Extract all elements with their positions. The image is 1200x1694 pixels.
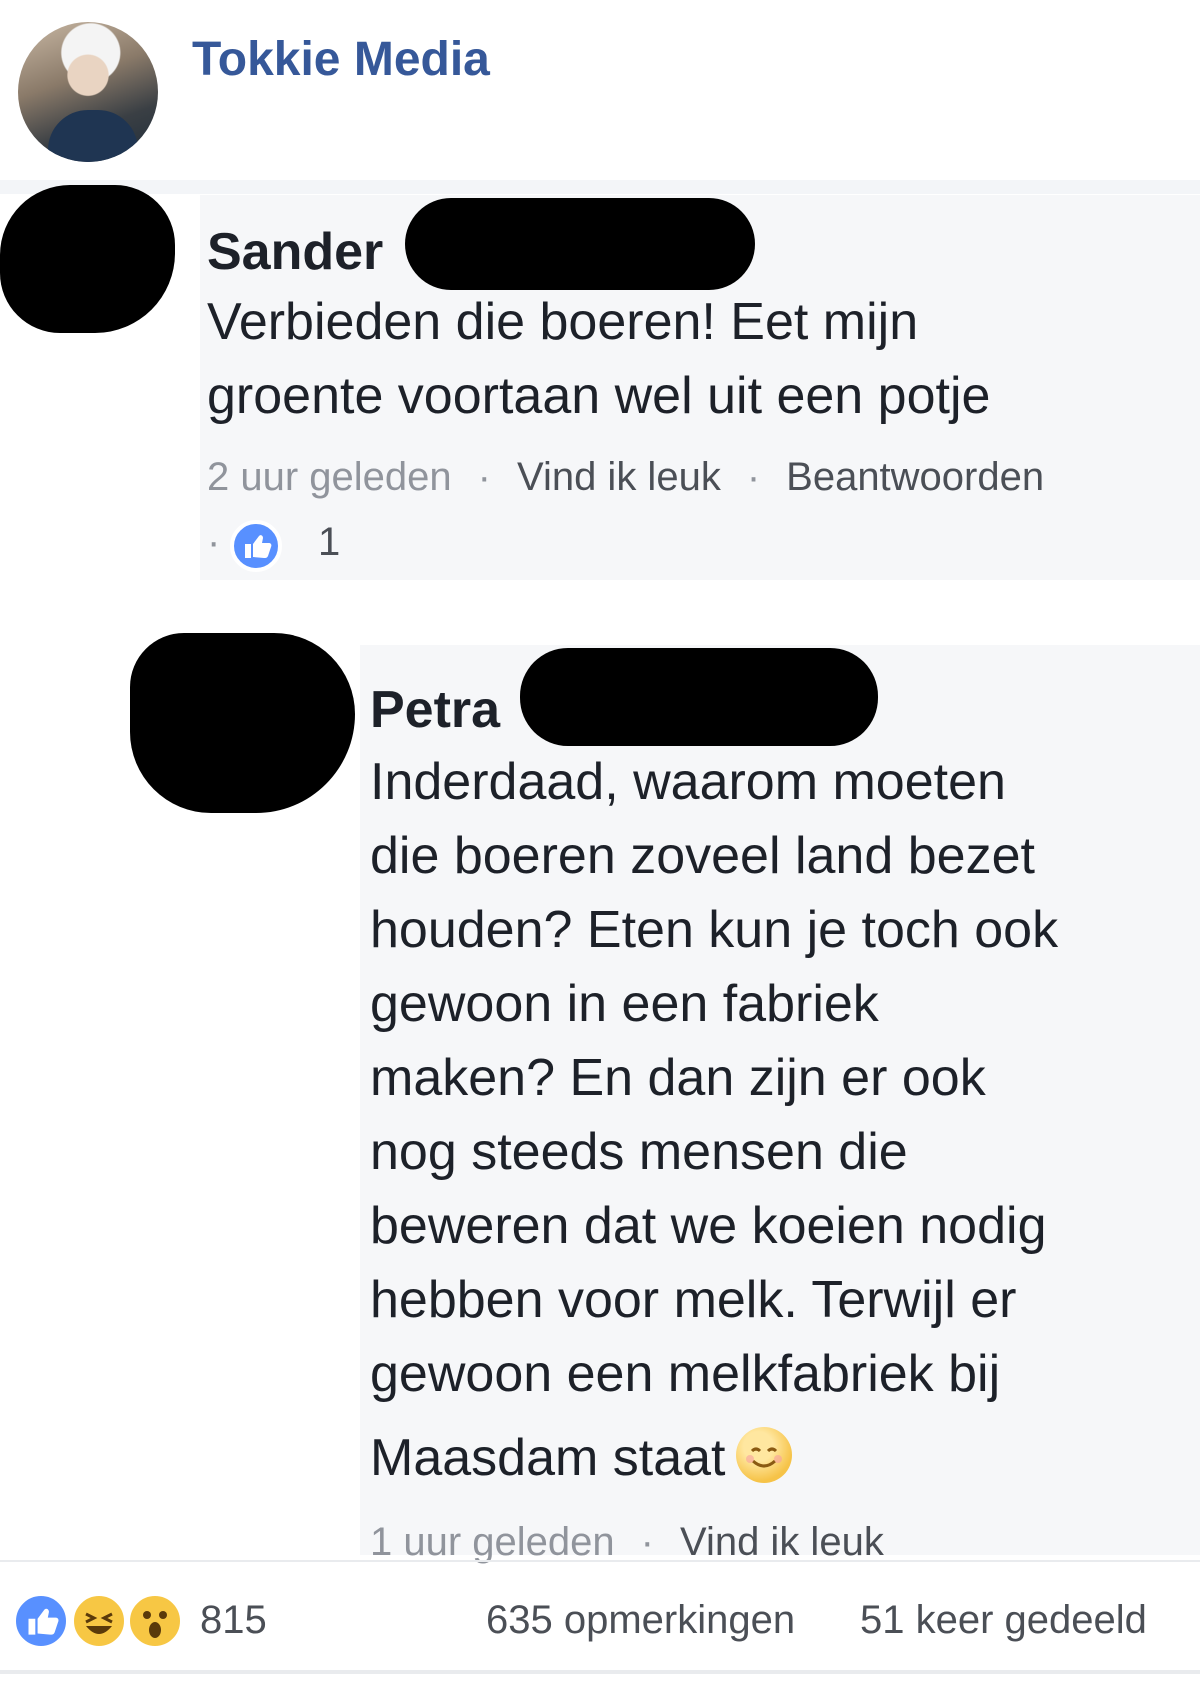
comment-timestamp[interactable]: 2 uur geleden — [207, 455, 452, 499]
divider — [0, 1670, 1200, 1674]
comment-like-link[interactable]: Vind ik leuk — [517, 455, 721, 499]
comment-text-line: groente voortaan wel uit een potje — [207, 367, 991, 425]
comment-like-count[interactable]: 1 — [318, 520, 340, 565]
divider — [0, 180, 1200, 194]
reply-text-last-line: Maasdam staat — [370, 1421, 1058, 1495]
reply-text-line: maken? En dan zijn er ook — [370, 1049, 986, 1107]
wow-reaction-icon[interactable] — [126, 1592, 184, 1650]
like-reaction-icon[interactable] — [230, 520, 282, 572]
haha-reaction-icon[interactable] — [70, 1592, 128, 1650]
reply-text-line: houden? Eten kun je toch ook — [370, 901, 1059, 959]
post-header: Tokkie Media — [0, 0, 1200, 180]
shares-count-link[interactable]: 51 keer gedeeld — [860, 1598, 1147, 1643]
smiling-emoji-icon — [735, 1427, 792, 1483]
reply-timestamp[interactable]: 1 uur geleden — [370, 1520, 615, 1564]
reply-author[interactable]: Petra — [370, 680, 500, 740]
reply-meta: 1 uur geleden · Vind ik leuk — [370, 1520, 884, 1565]
separator-dot: · — [207, 520, 221, 564]
separator-dot: · — [746, 455, 761, 499]
reply-text-line: hebben voor melk. Terwijl er — [370, 1271, 1017, 1329]
redacted-surname — [520, 648, 878, 746]
reply-text-line: Inderdaad, waarom moeten — [370, 753, 1006, 811]
divider — [0, 1560, 1200, 1562]
comment-text: Verbieden die boeren! Eet mijn groente v… — [207, 285, 990, 433]
redacted-avatar — [0, 185, 175, 333]
page-avatar[interactable] — [18, 22, 158, 162]
like-reaction-icon[interactable] — [12, 1592, 70, 1650]
reply-text-line: Maasdam staat — [370, 1429, 726, 1487]
reactions-count[interactable]: 815 — [200, 1598, 267, 1643]
comments-count-link[interactable]: 635 opmerkingen — [486, 1598, 795, 1643]
reply-text-line: die boeren zoveel land bezet — [370, 827, 1035, 885]
comment-text-line: Verbieden die boeren! Eet mijn — [207, 293, 919, 351]
page-name-link[interactable]: Tokkie Media — [192, 32, 490, 87]
separator-dot: · — [640, 1520, 654, 1564]
comment-author[interactable]: Sander — [207, 222, 383, 282]
reply-like-link[interactable]: Vind ik leuk — [680, 1520, 884, 1564]
comment-meta: 2 uur geleden · Vind ik leuk · Beantwoorden — [207, 455, 1044, 500]
reply-text-line: beweren dat we koeien nodig — [370, 1197, 1047, 1255]
comment-reply-link[interactable]: Beantwoorden — [786, 455, 1044, 499]
reply-text-line: gewoon een melkfabriek bij — [370, 1345, 1001, 1403]
avatar-figure — [48, 110, 138, 162]
redacted-surname — [405, 198, 755, 290]
redacted-avatar — [130, 633, 355, 813]
reply-text-line: gewoon in een fabriek — [370, 975, 879, 1033]
reply-text-line: nog steeds mensen die — [370, 1123, 908, 1181]
reply-text: Inderdaad, waarom moeten die boeren zove… — [370, 745, 1058, 1495]
separator-dot: · — [477, 455, 491, 499]
